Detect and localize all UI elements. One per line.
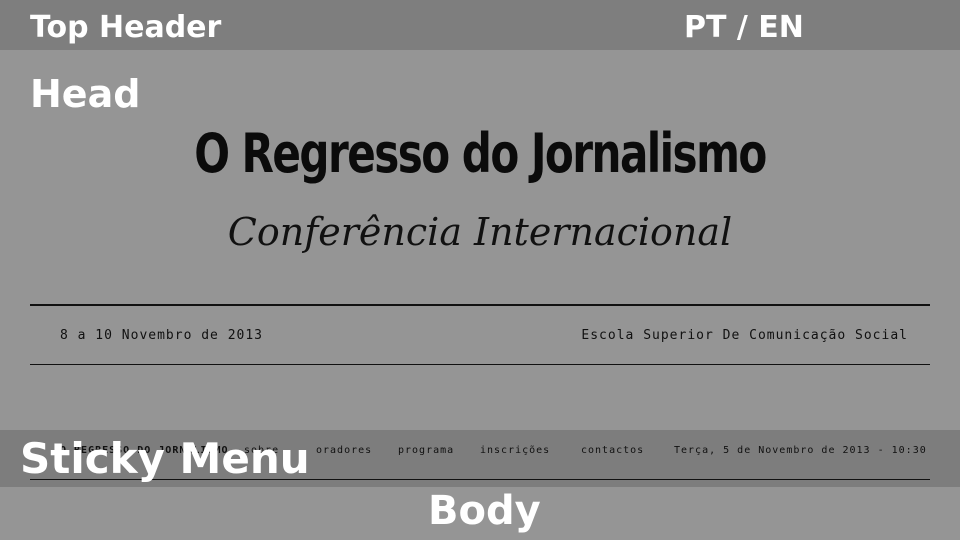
event-venue: Escola Superior De Comunicação Social <box>581 328 908 343</box>
language-switch[interactable]: PT / EN <box>684 10 804 45</box>
site-subtitle: Conferência Internacional <box>227 210 733 254</box>
menu-item-inscricoes[interactable]: inscrições <box>480 445 550 456</box>
sticky-menu-label: Sticky Menu <box>20 434 310 483</box>
divider-thick <box>30 304 930 306</box>
site-title: O Regresso do Jornalismo <box>194 122 767 185</box>
menu-item-programa[interactable]: programa <box>398 445 454 456</box>
menu-item-oradores[interactable]: oradores <box>316 445 372 456</box>
menu-item-contactos[interactable]: contactos <box>581 445 644 456</box>
event-dates: 8 a 10 Novembro de 2013 <box>60 328 264 343</box>
top-header-label: Top Header <box>30 10 222 45</box>
divider-thin <box>30 364 930 365</box>
body-label: Body <box>428 488 541 534</box>
head-label: Head <box>30 72 141 116</box>
current-datetime: Terça, 5 de Novembro de 2013 - 10:30 <box>674 445 927 456</box>
